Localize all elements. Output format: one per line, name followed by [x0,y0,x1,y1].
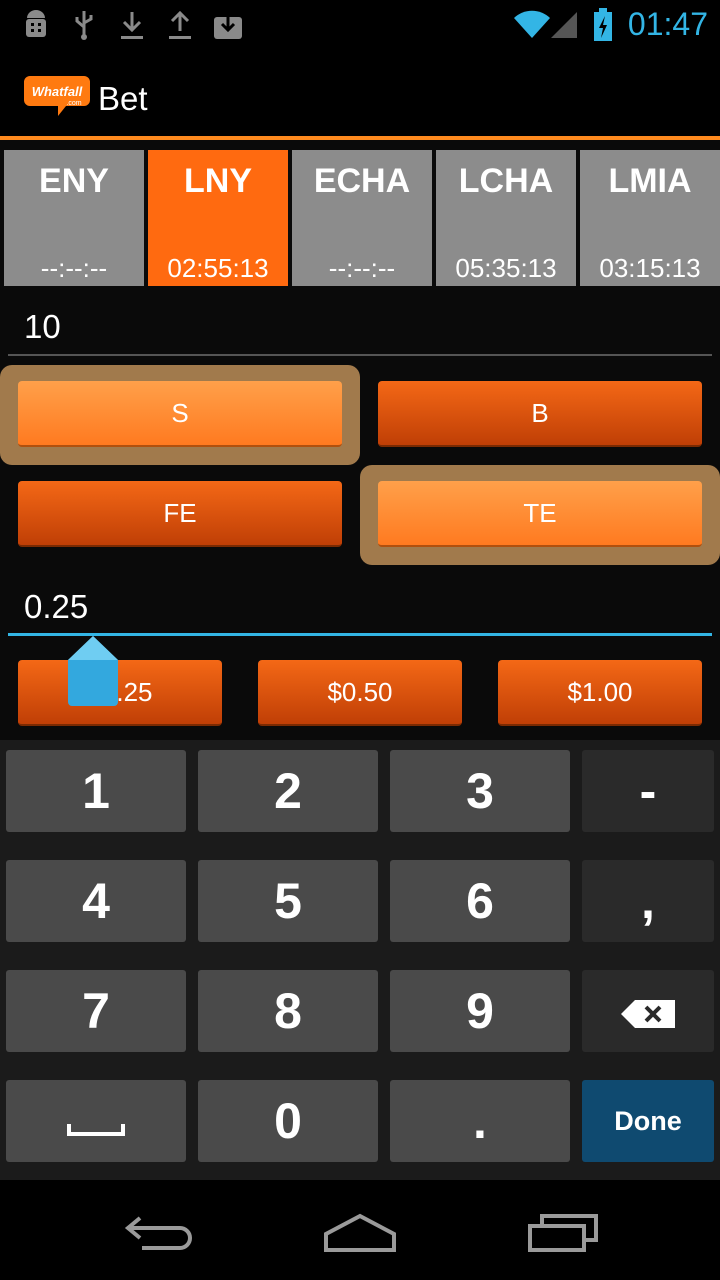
android-debug-icon [20,8,52,42]
tab-name: LNY [184,162,252,200]
key-minus[interactable]: - [582,750,714,832]
home-icon[interactable] [322,1210,402,1254]
key-9[interactable]: 9 [390,970,570,1052]
tab-name: LCHA [458,162,554,200]
tab-echa[interactable]: ECHA --:--:-- [292,150,432,286]
key-8[interactable]: 8 [198,970,378,1052]
option-s-button[interactable]: S [18,381,342,447]
tab-name: LMIA [608,162,692,200]
key-period[interactable]: . [390,1080,570,1162]
tab-countdown: --:--:-- [40,253,108,283]
status-bar: 01:47 [0,0,720,50]
key-4[interactable]: 4 [6,860,186,942]
amount-input[interactable]: 10 [8,298,712,356]
logo-text: Whatfall [32,84,83,99]
key-comma[interactable]: , [582,860,714,942]
key-3[interactable]: 3 [390,750,570,832]
signal-icon [548,8,580,42]
back-icon[interactable] [122,1210,202,1254]
option-fe-button[interactable]: FE [18,481,342,547]
tab-countdown: 05:35:13 [455,253,557,283]
market-tabs: ENY --:--:-- LNY 02:55:13 ECHA --:--:-- … [0,148,720,288]
tab-countdown: 03:15:13 [599,253,701,283]
tab-name: ENY [39,162,109,200]
tab-eny[interactable]: ENY --:--:-- [4,150,144,286]
key-0[interactable]: 0 [198,1080,378,1162]
key-7[interactable]: 7 [6,970,186,1052]
battery-charging-icon [590,8,616,42]
tab-lcha[interactable]: LCHA 05:35:13 [436,150,576,286]
logo-subtext: .com [66,100,81,107]
tab-countdown: --:--:-- [328,253,396,283]
upload-icon [164,8,196,42]
app-logo[interactable]: Whatfall .com [24,72,90,120]
amount-value: 10 [24,308,61,345]
key-backspace[interactable] [582,970,714,1052]
price-input[interactable]: 0.25 [8,580,712,636]
usb-icon [68,8,100,42]
price-100-button[interactable]: $1.00 [498,660,702,726]
numeric-keyboard: 1 2 3 - 4 5 6 , 7 8 9 0 . Done [0,740,720,1180]
wifi-icon [512,8,552,42]
done-button[interactable]: Done [582,1080,714,1162]
recent-apps-icon[interactable] [526,1210,606,1254]
clock: 01:47 [627,6,708,42]
tab-lny[interactable]: LNY 02:55:13 [148,150,288,286]
download-icon [116,8,148,42]
price-value: 0.25 [24,588,89,625]
price-025-button[interactable]: $0.25 [18,660,222,726]
download-box-icon [212,8,244,42]
option-te-button[interactable]: TE [378,481,702,547]
option-b-button[interactable]: B [378,381,702,447]
action-bar: Whatfall .com Bet [0,50,720,140]
tab-countdown: 02:55:13 [167,253,269,283]
navigation-bar [0,1180,720,1280]
key-2[interactable]: 2 [198,750,378,832]
key-space[interactable] [6,1080,186,1162]
key-5[interactable]: 5 [198,860,378,942]
tab-name: ECHA [313,162,411,200]
space-icon [67,1092,125,1150]
price-050-button[interactable]: $0.50 [258,660,462,726]
backspace-icon [621,982,675,1040]
key-6[interactable]: 6 [390,860,570,942]
key-1[interactable]: 1 [6,750,186,832]
page-title: Bet [98,80,148,117]
text-cursor-handle[interactable] [68,636,118,706]
tab-lmia[interactable]: LMIA 03:15:13 [580,150,720,286]
